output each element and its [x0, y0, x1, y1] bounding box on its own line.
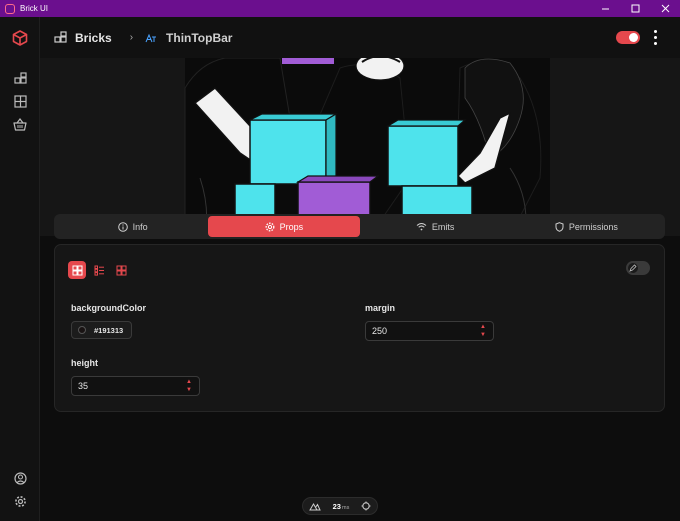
- window-title: Brick UI: [20, 4, 48, 13]
- basket-icon: [13, 117, 27, 131]
- maximize-button[interactable]: [620, 0, 650, 17]
- people-building-blocks-illustration: [184, 58, 550, 236]
- crosshair-icon[interactable]: [361, 501, 371, 511]
- height-stepper[interactable]: ▲ ▼: [185, 379, 193, 393]
- chevron-right-icon: ›: [129, 32, 134, 43]
- background-color-label: backgroundColor: [71, 303, 147, 313]
- breadcrumb-root[interactable]: Bricks: [54, 31, 112, 45]
- background-color-value: #191313: [94, 325, 124, 335]
- grid-view-icon: [72, 265, 82, 275]
- tab-emits-label: Emits: [431, 221, 455, 232]
- view-list-button[interactable]: [90, 261, 108, 279]
- kebab-dot: [653, 42, 657, 45]
- background-color-picker[interactable]: #191313: [71, 321, 132, 339]
- tab-props-label: Props: [279, 221, 304, 232]
- tab-info[interactable]: Info: [57, 216, 208, 237]
- breadcrumb-current: ThinTopBar: [145, 31, 232, 45]
- grid-icon: [13, 94, 27, 108]
- render-time-unit: ms: [341, 504, 350, 511]
- render-time: 23ms: [333, 502, 350, 511]
- header-toggle-switch[interactable]: [616, 31, 640, 44]
- pencil-icon: [629, 264, 637, 272]
- view-grid-button[interactable]: [68, 261, 86, 279]
- detail-tabs: Info Props Emits Permissions: [54, 214, 665, 239]
- sidebar-item-grid[interactable]: [12, 93, 28, 109]
- bricks-icon: [13, 71, 27, 84]
- sidebar-item-account[interactable]: [12, 470, 28, 486]
- tab-emits[interactable]: Emits: [360, 216, 511, 237]
- breadcrumb-current-label: ThinTopBar: [166, 30, 233, 45]
- sidebar: [0, 17, 40, 521]
- bricks-icon: [54, 31, 67, 43]
- hero-illustration: [40, 58, 680, 236]
- render-time-value: 23: [332, 501, 341, 511]
- chevron-up-icon[interactable]: ▲: [480, 324, 486, 330]
- sidebar-item-settings[interactable]: [12, 493, 28, 509]
- sidebar-item-bricks[interactable]: [12, 70, 28, 86]
- top-header: Bricks › ThinTopBar: [40, 17, 680, 58]
- edit-mode-toggle[interactable]: [626, 261, 650, 275]
- cube-logo-icon: [12, 30, 28, 46]
- window-titlebar: Brick UI: [0, 0, 680, 17]
- tiles-view-icon: [116, 265, 126, 275]
- height-value: 35: [78, 381, 89, 391]
- list-view-icon: [94, 265, 104, 276]
- chevron-down-icon[interactable]: ▼: [480, 332, 486, 338]
- user-circle-icon: [13, 471, 27, 485]
- margin-value: 250: [372, 326, 388, 336]
- view-mode-switcher: [68, 261, 130, 279]
- props-panel: backgroundColor #191313 margin 250 ▲ ▼ h…: [54, 244, 665, 412]
- info-icon: [117, 221, 128, 232]
- close-button[interactable]: [650, 0, 680, 17]
- margin-stepper[interactable]: ▲ ▼: [479, 324, 487, 338]
- more-menu-button[interactable]: [652, 30, 658, 45]
- minimize-button[interactable]: [590, 0, 620, 17]
- window-controls: [590, 0, 680, 17]
- tab-permissions-label: Permissions: [568, 221, 618, 232]
- height-label: height: [71, 358, 98, 368]
- view-tiles-button[interactable]: [112, 261, 130, 279]
- minimize-icon: [601, 8, 609, 10]
- settings-icon: [14, 495, 26, 507]
- wifi-icon: [416, 222, 427, 231]
- chevron-down-icon[interactable]: ▼: [186, 387, 192, 393]
- breadcrumb-root-label: Bricks: [75, 30, 112, 45]
- margin-input[interactable]: 250 ▲ ▼: [365, 321, 494, 341]
- margin-label: margin: [365, 303, 396, 313]
- kebab-dot: [653, 30, 657, 33]
- shield-icon: [555, 221, 564, 232]
- color-swatch: [78, 326, 86, 334]
- component-icon: [145, 33, 157, 42]
- close-icon: [661, 4, 669, 13]
- gear-icon: [265, 222, 275, 232]
- height-input[interactable]: 35 ▲ ▼: [71, 376, 200, 396]
- chevron-up-icon[interactable]: ▲: [186, 379, 192, 385]
- tab-info-label: Info: [132, 221, 148, 232]
- tab-permissions[interactable]: Permissions: [511, 216, 662, 237]
- tab-props[interactable]: Props: [208, 216, 360, 237]
- nuxt-logo-icon[interactable]: [309, 502, 321, 511]
- maximize-icon: [631, 4, 639, 13]
- sidebar-logo[interactable]: [12, 30, 28, 46]
- render-status-pill: 23ms: [302, 497, 378, 515]
- kebab-dot: [653, 36, 657, 39]
- app-logo-icon: [5, 3, 15, 14]
- sidebar-item-basket[interactable]: [12, 116, 28, 132]
